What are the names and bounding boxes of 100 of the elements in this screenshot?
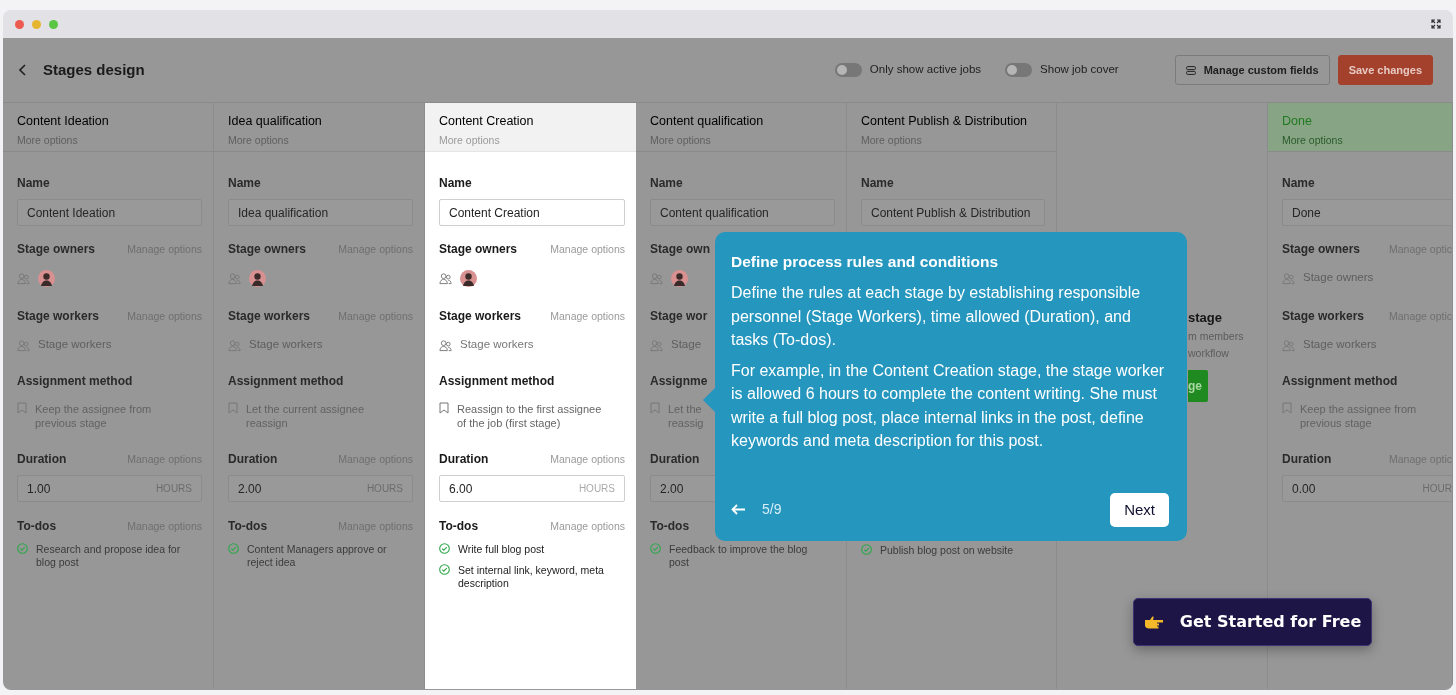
manage-button[interactable]: Manage custom fields — [1174, 54, 1330, 86]
todo-item: Set internal link, keyword, meta description — [458, 564, 605, 590]
manage-options-link[interactable]: Manage options — [550, 242, 625, 258]
field-label: Stage owners — [439, 241, 518, 258]
field-label: Assignme — [650, 373, 708, 390]
page-title: Stages design — [43, 59, 145, 80]
people-icon — [228, 338, 241, 352]
field-label: To-dos — [650, 518, 690, 535]
pointing-hand-icon — [1143, 615, 1164, 629]
stage-description: workflow — [1188, 345, 1230, 361]
field-label: Stage own — [650, 241, 710, 258]
field-label: Stage owners — [1282, 241, 1361, 258]
field-label: Assignment method — [1282, 373, 1398, 390]
assignee-text: Stage workers — [460, 337, 534, 353]
bookmark-icon — [1282, 402, 1292, 414]
field-label: To-dos — [17, 518, 57, 535]
bookmark-icon — [17, 402, 27, 414]
duration-field[interactable]: 6.00 HOURS — [439, 475, 625, 502]
assignee-text: Stage workers — [38, 337, 112, 353]
name-field[interactable]: Content Creation — [439, 199, 625, 226]
manage-options-link[interactable]: Manage options — [550, 452, 625, 468]
field-label: Stage wor — [650, 308, 708, 325]
people-icon — [1282, 271, 1295, 285]
field-label: Duration — [439, 451, 489, 468]
field-label: Stage workers — [17, 308, 100, 325]
field-label: Assignment method — [228, 373, 344, 390]
people-icon — [228, 271, 241, 285]
people-icon — [17, 271, 30, 285]
name-field[interactable]: Idea qualification — [228, 199, 413, 226]
next-button[interactable]: Next — [1110, 492, 1169, 527]
name-field[interactable]: Content qualification — [650, 199, 835, 226]
field-label: Name — [650, 175, 683, 192]
get-started-button[interactable]: Get Started for Free — [1133, 598, 1372, 646]
todo-item: Publish blog post on website — [880, 544, 1014, 557]
stage-header[interactable]: Done More options — [1268, 103, 1452, 152]
field-label: Stage workers — [228, 308, 311, 325]
avatar[interactable] — [460, 269, 477, 287]
tour-title: Define process rules and conditions — [731, 252, 999, 272]
close-icon[interactable] — [15, 19, 24, 29]
avatar[interactable] — [38, 269, 55, 287]
name-field[interactable]: Content Publish & Distribution — [861, 199, 1045, 226]
check-circle-icon — [228, 543, 239, 554]
more-options-link[interactable]: More options — [439, 132, 632, 149]
field-label: Assignment method — [17, 373, 133, 390]
toggle-switch[interactable] — [1005, 63, 1033, 77]
todo-item: Write full blog post — [458, 543, 545, 556]
add-stage-button[interactable]: ge — [1188, 369, 1208, 402]
stage-title: stage — [1188, 309, 1223, 327]
field-label: Stage workers — [439, 308, 522, 325]
field-label: Stage owners — [17, 241, 96, 258]
assignee-text: Stage owners — [1303, 270, 1374, 286]
name-field[interactable]: Content Ideation — [17, 199, 202, 226]
field-label: Duration — [1282, 451, 1332, 468]
check-circle-icon — [861, 544, 872, 555]
stage-header[interactable]: Content Creation More options — [425, 103, 636, 152]
people-icon — [439, 338, 452, 352]
field-label: Name — [439, 175, 472, 192]
people-icon — [650, 338, 663, 352]
check-circle-icon — [650, 543, 661, 554]
back-arrow-icon[interactable] — [731, 504, 746, 516]
people-icon — [650, 271, 663, 285]
check-circle-icon — [439, 543, 450, 554]
todo-item: Research and propose idea for blog post — [36, 543, 182, 569]
more-options-link[interactable]: More options — [1282, 132, 1448, 149]
toggle-switch[interactable] — [834, 63, 862, 77]
stage-name: Idea qualification — [228, 113, 323, 130]
stage-name: Content qualification — [650, 113, 765, 130]
field-label: To-dos — [439, 518, 479, 535]
field-label: To-dos — [228, 518, 268, 535]
assignment-text: Reassign to the first assignee of the job (first stage) — [457, 402, 602, 430]
toggle-label: Only show active jobs — [869, 62, 982, 78]
list-icon — [1185, 65, 1196, 75]
field-label: Stage workers — [1282, 308, 1365, 325]
field-label: Stage owners — [228, 241, 307, 258]
check-circle-icon — [439, 564, 450, 575]
avatar[interactable] — [249, 269, 266, 287]
tour-text: Define the rules at each stage by establishing responsible personnel (Stage Workers), time allowed (Duration), and tasks (To-dos). — [731, 283, 1142, 350]
field-label: Duration — [17, 451, 67, 468]
check-circle-icon — [17, 543, 28, 554]
bookmark-icon — [439, 402, 449, 414]
save-button[interactable]: Save changes — [1337, 54, 1433, 86]
expand-icon[interactable] — [1431, 19, 1441, 29]
unit-label: HOURS — [578, 482, 615, 496]
field-label: Duration — [228, 451, 278, 468]
back-icon[interactable] — [19, 64, 27, 76]
bookmark-icon — [650, 402, 660, 414]
stage-description: m members — [1188, 328, 1245, 344]
tour-text: For example, in the Content Creation stage, the stage worker is allowed 6 hours to complete the content writing. She must write a full blog post, place internal links in the post, define keywords and meta description for this post. — [731, 361, 1166, 452]
manage-options-link[interactable]: Manage options — [550, 519, 625, 535]
field-label: Assignment method — [439, 373, 555, 390]
step-counter: 5/9 — [762, 500, 782, 520]
field-label: Name — [1282, 175, 1315, 192]
stage-name: Content Ideation — [17, 113, 110, 130]
stage-name: Done — [1282, 113, 1313, 130]
name-field[interactable]: Done — [1282, 199, 1452, 226]
avatar[interactable] — [671, 269, 688, 287]
manage-options-link[interactable]: Manage options — [550, 309, 625, 325]
toggle-label: Show job cover — [1040, 62, 1119, 78]
field-label: Duration — [650, 451, 700, 468]
stage-name: Content Publish & Distribution — [861, 113, 1029, 130]
